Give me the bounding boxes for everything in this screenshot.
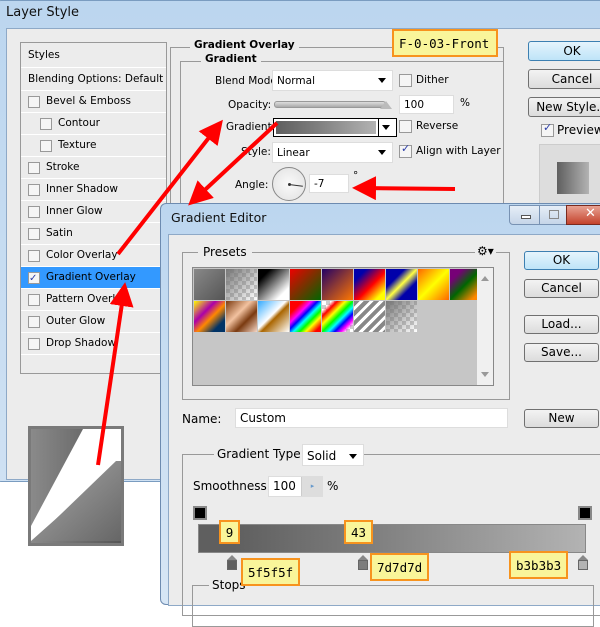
- annotation-arrows: [96, 119, 456, 466]
- arrow-to-gradient-editor: [188, 121, 279, 206]
- arrow-to-gradient-overlay-item: [96, 282, 134, 466]
- arrow-to-angle: [352, 176, 456, 201]
